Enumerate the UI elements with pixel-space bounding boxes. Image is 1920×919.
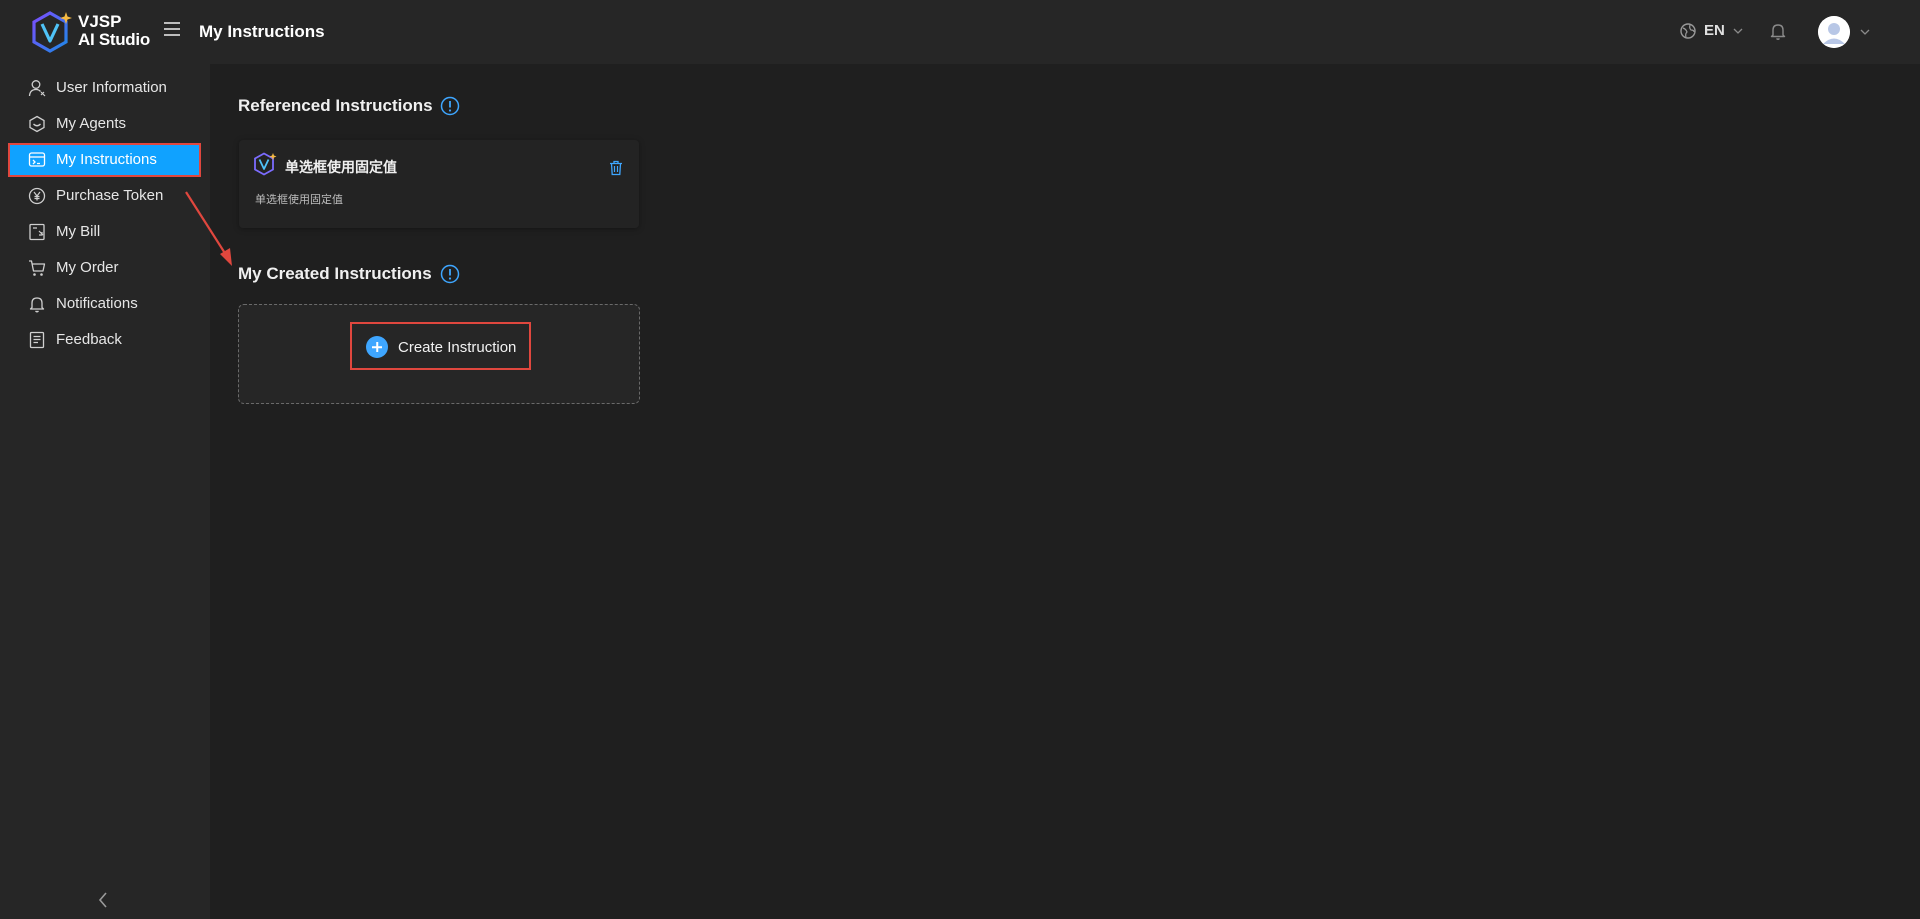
bill-icon — [29, 223, 45, 241]
create-instruction-label: Create Instruction — [398, 339, 517, 356]
globe-icon — [1680, 22, 1696, 39]
vjsp-logo[interactable] — [30, 10, 74, 54]
brand-line-2: AI Studio — [78, 30, 150, 49]
collapse-sidebar-icon[interactable] — [96, 890, 112, 910]
top-header: VJSP AI Studio My Instructions EN — [0, 0, 1920, 64]
instruction-card[interactable]: 单选框使用固定值 单选框使用固定值 — [239, 140, 639, 228]
sidebar-item-label: My Order — [56, 259, 119, 276]
default-avatar-icon — [1818, 16, 1850, 48]
info-icon[interactable] — [440, 96, 460, 116]
avatar[interactable] — [1818, 16, 1850, 48]
feedback-icon — [29, 331, 45, 349]
create-instruction-area[interactable]: Create Instruction — [238, 304, 640, 404]
chevron-down-icon — [1733, 28, 1743, 34]
vjsp-logo-icon — [254, 152, 277, 176]
page-title: My Instructions — [199, 22, 325, 41]
yen-icon — [28, 187, 46, 205]
sidebar-item-label: My Agents — [56, 115, 127, 132]
sidebar-item-my-agents[interactable]: My Agents — [8, 107, 201, 141]
agent-icon — [29, 115, 45, 133]
language-label: EN — [1704, 22, 1725, 39]
sidebar: User Information My Agents My Instructio… — [0, 64, 210, 919]
sidebar-item-user-information[interactable]: User Information — [8, 71, 201, 105]
sidebar-item-label: Purchase Token — [56, 187, 164, 204]
sidebar-item-my-bill[interactable]: My Bill — [8, 215, 201, 249]
delete-icon[interactable] — [609, 160, 623, 176]
sidebar-item-notifications[interactable]: Notifications — [8, 287, 201, 321]
info-icon[interactable] — [440, 264, 460, 284]
menu-toggle-icon[interactable] — [164, 22, 180, 38]
sidebar-item-purchase-token[interactable]: Purchase Token — [8, 179, 201, 213]
instruction-description: 单选框使用固定值 — [255, 193, 343, 206]
brand-line-1: VJSP — [78, 12, 122, 31]
sidebar-item-label: Notifications — [56, 295, 138, 312]
user-icon — [28, 80, 46, 97]
notification-bell-icon[interactable] — [1768, 21, 1788, 41]
create-instruction-button[interactable]: Create Instruction — [350, 322, 531, 370]
sidebar-item-my-order[interactable]: My Order — [8, 251, 201, 285]
my-created-instructions-title: My Created Instructions — [238, 264, 432, 283]
instructions-icon — [28, 152, 46, 167]
bell-icon — [29, 297, 45, 313]
cart-icon — [29, 260, 46, 276]
language-selector[interactable]: EN — [1680, 22, 1743, 39]
sidebar-item-label: Feedback — [56, 331, 122, 348]
sidebar-item-label: User Information — [56, 79, 167, 96]
sidebar-item-feedback[interactable]: Feedback — [8, 323, 201, 357]
referenced-instructions-title: Referenced Instructions — [238, 96, 433, 115]
chevron-down-icon — [1860, 29, 1870, 35]
instruction-name: 单选框使用固定值 — [285, 160, 397, 176]
brand-name: VJSP AI Studio — [78, 13, 150, 49]
sidebar-item-label: My Bill — [56, 223, 101, 240]
user-menu[interactable] — [1818, 16, 1870, 48]
plus-icon — [366, 336, 388, 358]
sidebar-item-label: My Instructions — [56, 151, 157, 168]
sidebar-item-my-instructions[interactable]: My Instructions — [8, 143, 201, 177]
